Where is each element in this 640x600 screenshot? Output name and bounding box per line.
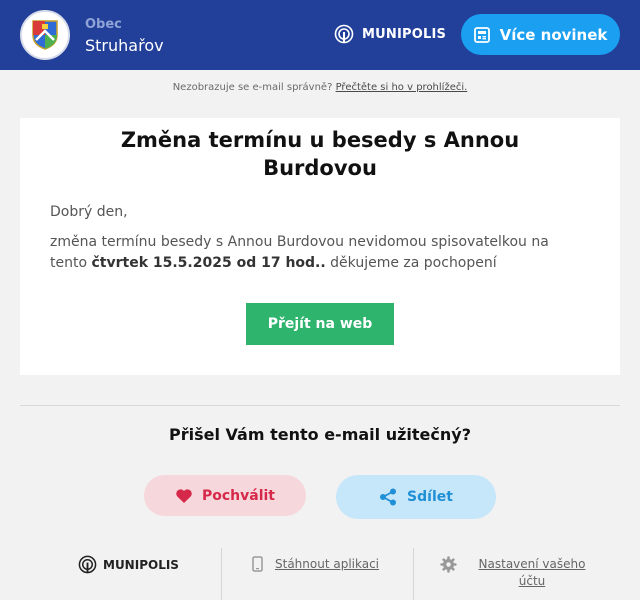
go-to-web-button[interactable]: Přejít na web xyxy=(246,303,394,345)
footer-divider xyxy=(413,548,414,600)
footer-divider xyxy=(221,548,222,600)
munipolis-logo-icon xyxy=(334,24,354,44)
share-label: Sdílet xyxy=(407,489,453,505)
munipolis-logo-icon xyxy=(78,555,97,574)
share-icon xyxy=(380,488,397,506)
account-settings-label: Nastavení vašeho účtu xyxy=(478,557,586,588)
article-body: změna termínu besedy s Annou Burdovou ne… xyxy=(50,232,590,274)
article-greeting: Dobrý den, xyxy=(50,204,128,220)
download-app-label: Stáhnout aplikaci xyxy=(275,557,380,571)
share-button[interactable]: Sdílet xyxy=(336,475,496,519)
footer-munipolis-logo[interactable]: MUNIPOLIS xyxy=(78,555,179,574)
section-divider xyxy=(20,405,620,406)
more-news-label: Více novinek xyxy=(499,25,608,44)
article-title: Změna termínu u besedy s Annou Burdovou xyxy=(120,128,520,180)
praise-button[interactable]: Pochválit xyxy=(144,475,306,516)
article-card: Změna termínu u besedy s Annou Burdovou … xyxy=(20,118,620,375)
download-app-link[interactable]: Stáhnout aplikaci xyxy=(252,556,379,572)
article-body-end: děkujeme za pochopení xyxy=(330,255,497,271)
browser-view-notice: Nezobrazuje se e-mail správně? Přečtěte … xyxy=(0,82,640,93)
praise-label: Pochválit xyxy=(201,487,275,504)
feedback-question: Přišel Vám tento e-mail užitečný? xyxy=(169,425,471,444)
notice-text: Nezobrazuje se e-mail správně? xyxy=(172,82,333,93)
newspaper-icon xyxy=(473,26,490,43)
account-settings-link[interactable]: Nastavení vašeho účtu xyxy=(440,556,593,590)
gear-icon xyxy=(440,556,457,573)
more-news-button[interactable]: Více novinek xyxy=(461,14,620,55)
coat-of-arms-icon xyxy=(32,20,58,50)
article-body-date: čtvrtek 15.5.2025 od 17 hod.. xyxy=(91,255,326,271)
footer-wordmark: MUNIPOLIS xyxy=(103,557,179,572)
town-name: Struhařov xyxy=(85,36,164,55)
view-in-browser-link[interactable]: Přečtěte si ho v prohlížeči. xyxy=(336,82,468,93)
town-prefix: Obec xyxy=(85,17,122,32)
heart-icon xyxy=(176,488,192,503)
phone-icon xyxy=(252,556,263,572)
header-bar: Obec Struhařov MUNIPOLIS Více novinek xyxy=(0,0,640,70)
town-crest-logo[interactable] xyxy=(20,10,70,60)
munipolis-logo[interactable]: MUNIPOLIS xyxy=(334,24,446,44)
munipolis-wordmark: MUNIPOLIS xyxy=(362,26,447,42)
